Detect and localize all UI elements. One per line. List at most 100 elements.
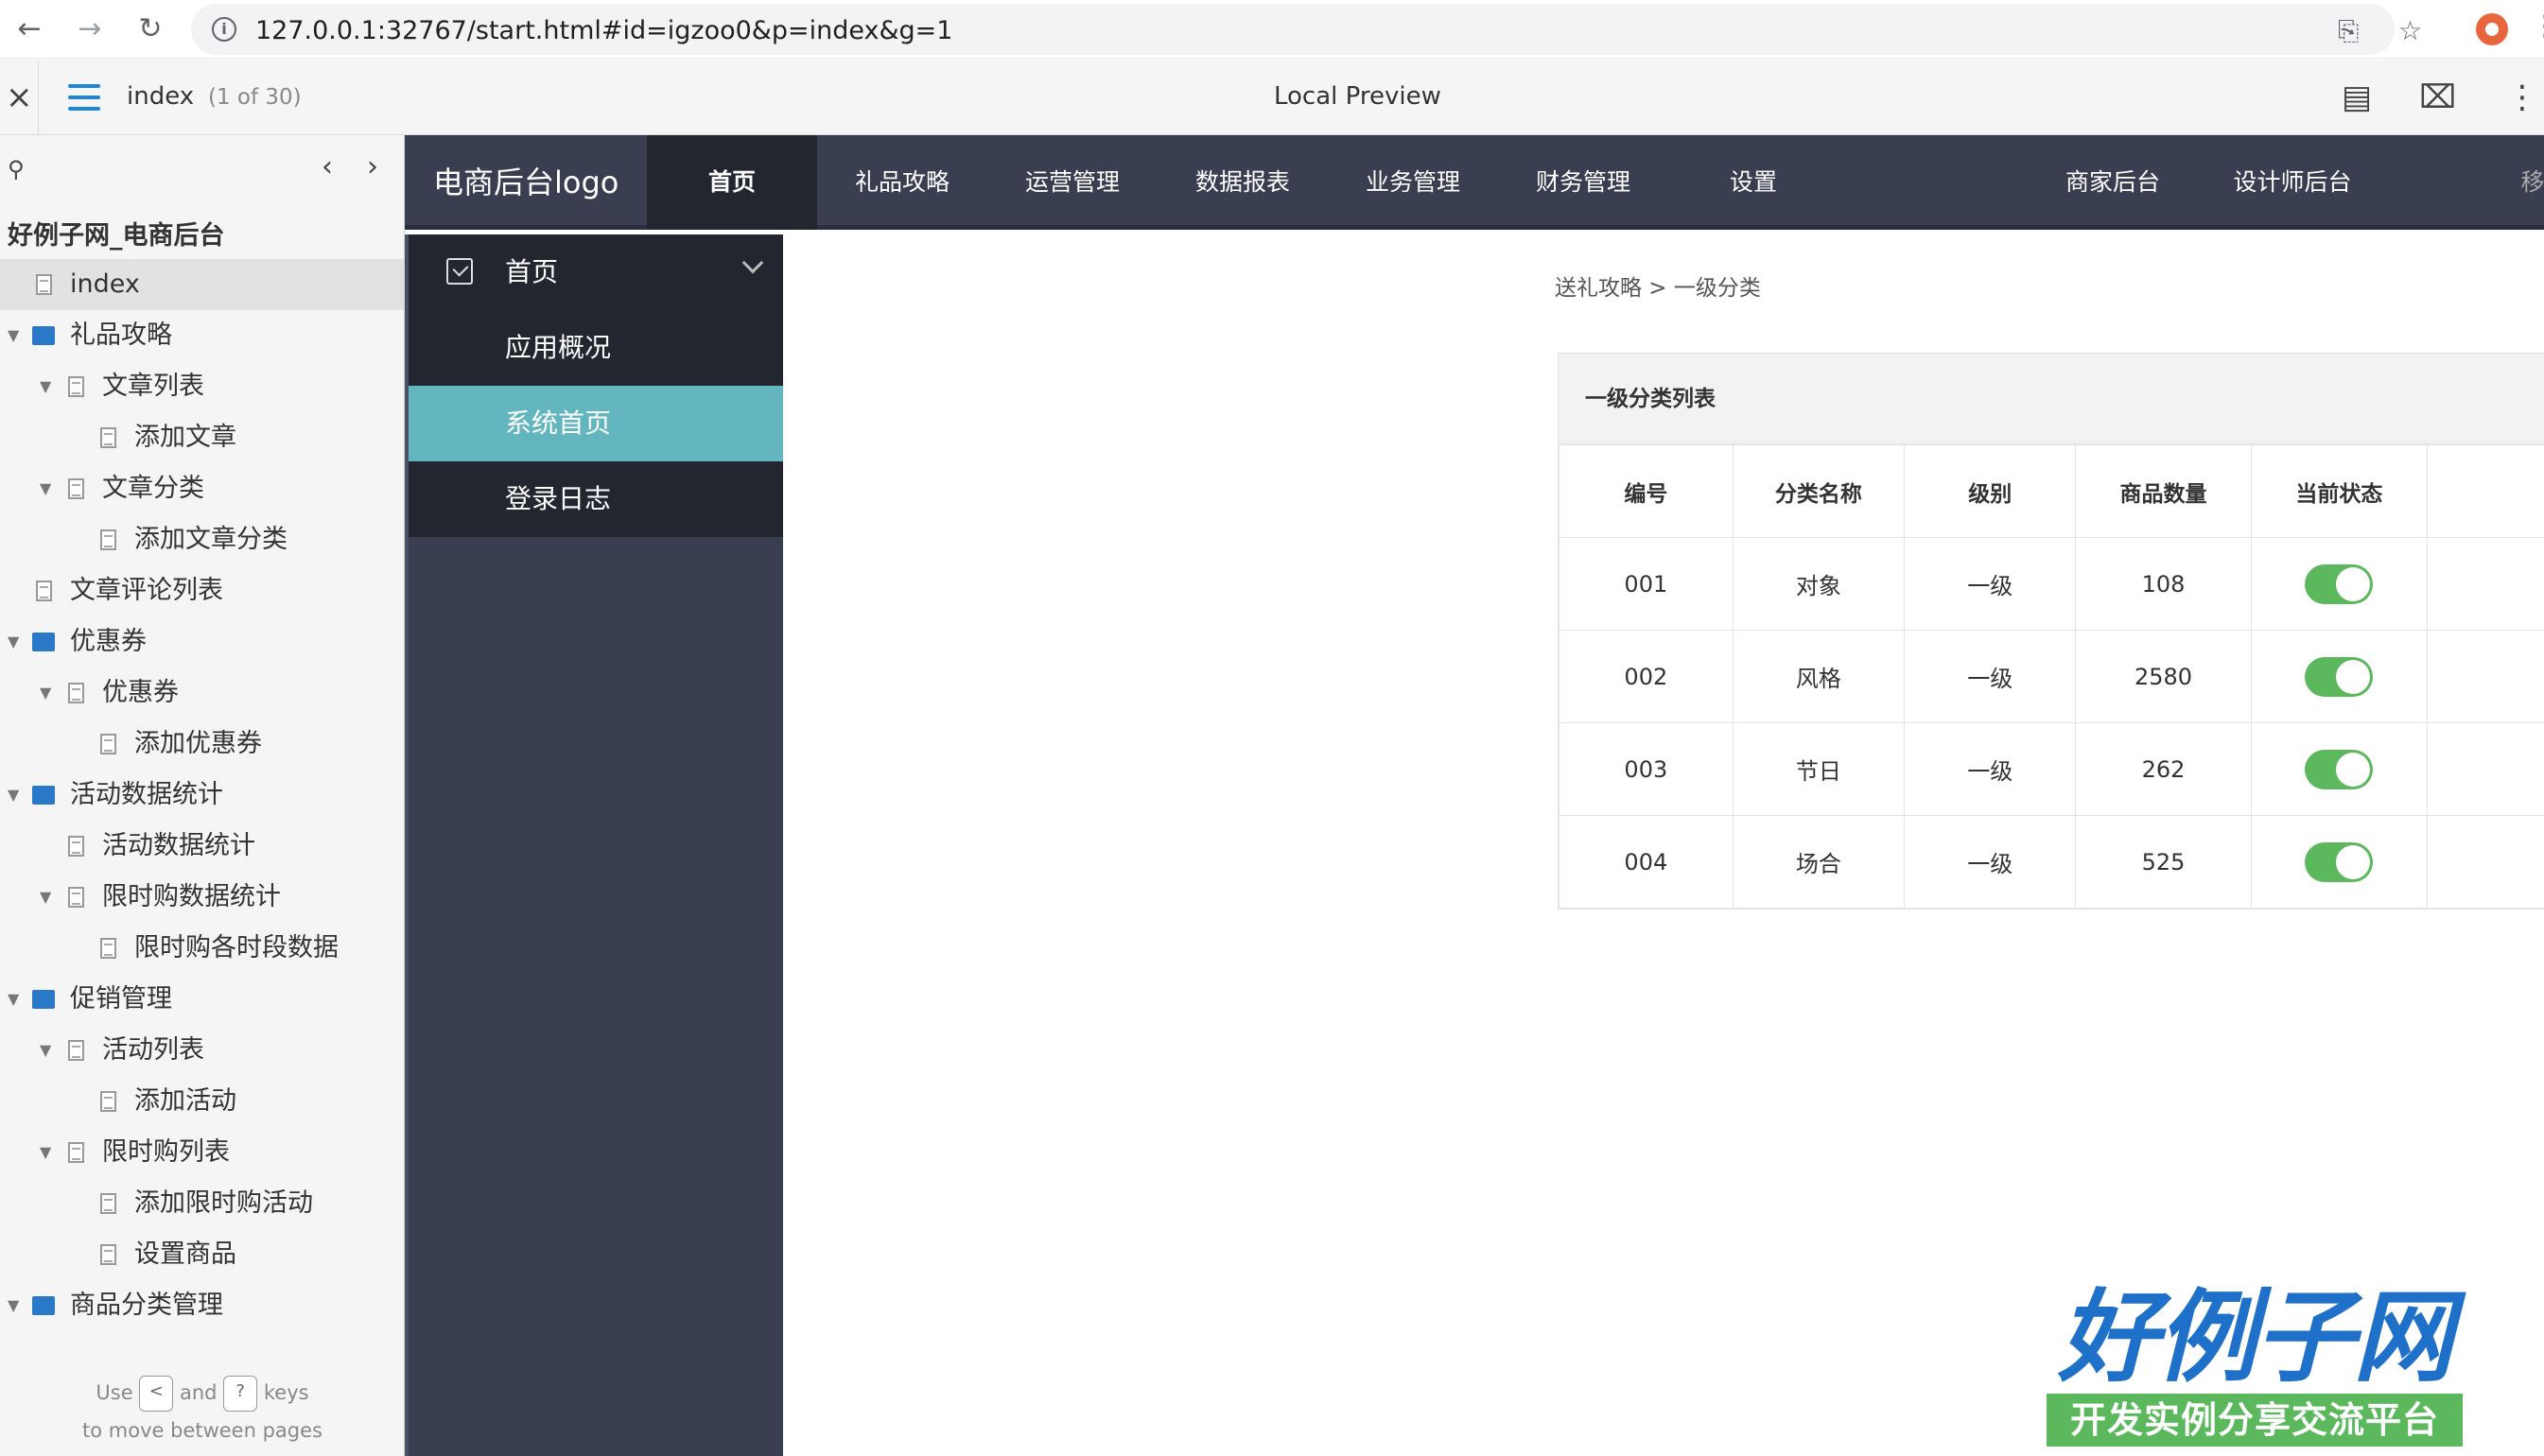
tree-item[interactable]: 添加优惠券 <box>0 719 404 770</box>
back-arrow-icon[interactable]: ← <box>11 11 47 47</box>
expand-caret-icon[interactable]: ▼ <box>40 361 55 412</box>
tree-item-label: 促销管理 <box>70 984 172 1014</box>
nav-operations[interactable]: 运营管理 <box>987 135 1158 230</box>
cell-id: 004 <box>1559 815 1734 909</box>
cell-count: 262 <box>2075 722 2252 816</box>
toolbar-divider <box>38 60 39 135</box>
site-info-icon[interactable]: i <box>212 17 236 42</box>
reload-icon[interactable]: ↻ <box>132 11 168 47</box>
tree-item[interactable]: ▼ 限时购列表 <box>0 1127 404 1178</box>
previous-page-icon[interactable]: ‹ <box>322 150 333 183</box>
project-title: 好例子网_电商后台 <box>8 221 225 251</box>
status-toggle[interactable] <box>2305 841 2374 882</box>
nav-finance[interactable]: 财务管理 <box>1498 135 1668 230</box>
side-item-login-log[interactable]: 登录日志 <box>409 461 783 537</box>
keyboard-hint: Use < and ? keys to move between pages <box>0 1374 404 1449</box>
tree-item[interactable]: 添加文章 <box>0 412 404 463</box>
chrome-menu-icon[interactable]: ⋮ <box>2531 9 2544 43</box>
sitemap-menu-icon[interactable] <box>68 84 100 111</box>
page-icon <box>100 1091 116 1112</box>
page-icon <box>68 478 84 499</box>
tree-item[interactable]: ▼ 文章分类 <box>0 463 404 514</box>
tree-item-label: 活动数据统计 <box>102 831 255 860</box>
status-toggle[interactable] <box>2305 749 2374 789</box>
status-toggle[interactable] <box>2305 563 2374 604</box>
tree-item[interactable]: 限时购各时段数据 <box>0 923 404 974</box>
search-icon[interactable]: ⚲ <box>8 156 25 182</box>
tree-item[interactable]: ▼ 活动数据统计 <box>0 770 404 821</box>
side-menu: 首页 应用概况 系统首页 登录日志 <box>405 234 783 1456</box>
tree-item[interactable]: ▼ 活动列表 <box>0 1025 404 1076</box>
tree-item[interactable]: 添加限时购活动 <box>0 1178 404 1229</box>
expand-caret-icon[interactable]: ▼ <box>40 1025 55 1076</box>
cell-id: 001 <box>1559 537 1734 631</box>
close-icon[interactable]: × <box>6 78 33 116</box>
forward-arrow-icon[interactable]: → <box>72 11 108 47</box>
tree-item[interactable]: 文章评论列表 <box>0 565 404 616</box>
expand-caret-icon[interactable]: ▼ <box>40 872 55 923</box>
tree-item-label: 添加文章 <box>134 423 236 452</box>
tree-item[interactable]: ▼ 礼品攻略 <box>0 310 404 361</box>
table-row: 004 场合 一级 525 <box>1559 815 2544 909</box>
nav-merchant[interactable]: 商家后台 <box>2028 135 2198 230</box>
watermark-title: 好例子网 <box>2058 1279 2453 1395</box>
side-item-overview[interactable]: 应用概况 <box>409 310 783 386</box>
tree-item[interactable]: ▼ 文章列表 <box>0 361 404 412</box>
nav-home[interactable]: 首页 <box>647 135 817 230</box>
cell-extra <box>2427 537 2544 631</box>
page-tree: index ▼ 礼品攻略 ▼ 文章列表 添加文章 ▼ 文章分类 添加文章分类 文章评论列表 ▼ 优惠券… <box>0 259 404 1331</box>
page-icon <box>100 1244 116 1265</box>
next-page-icon[interactable]: › <box>367 150 378 183</box>
bookmark-star-icon[interactable]: ☆ <box>2398 15 2422 46</box>
expand-caret-icon[interactable]: ▼ <box>40 463 55 514</box>
nav-business[interactable]: 业务管理 <box>1328 135 1498 230</box>
app-logo: 电商后台logo <box>433 165 619 200</box>
inspect-icon[interactable]: ⌧ <box>2419 78 2456 116</box>
more-options-icon[interactable]: ⋮ <box>2506 78 2538 116</box>
tree-item[interactable]: ▼ 限时购数据统计 <box>0 872 404 923</box>
page-icon <box>68 836 84 857</box>
expand-caret-icon[interactable]: ▼ <box>8 616 23 667</box>
tree-item[interactable]: ▼ 优惠券 <box>0 667 404 719</box>
translate-icon[interactable]: ⎘ <box>2338 15 2359 47</box>
nav-designer[interactable]: 设计师后台 <box>2198 135 2387 230</box>
expand-caret-icon[interactable]: ▼ <box>8 770 23 821</box>
watermark-logo: 好例子网 开发实例分享交流平台 <box>2047 1286 2463 1447</box>
tree-item[interactable]: 活动数据统计 <box>0 821 404 872</box>
extension-icon[interactable] <box>2476 13 2508 45</box>
tree-item[interactable]: 设置商品 <box>0 1229 404 1280</box>
notes-icon[interactable]: ▤ <box>2342 78 2372 116</box>
col-name: 分类名称 <box>1732 444 1906 538</box>
expand-caret-icon[interactable]: ▼ <box>8 974 23 1025</box>
nav-gift-guide[interactable]: 礼品攻略 <box>817 135 987 230</box>
expand-caret-icon[interactable]: ▼ <box>40 1127 55 1178</box>
page-icon <box>68 683 84 703</box>
tree-item[interactable]: 添加文章分类 <box>0 514 404 565</box>
tree-item[interactable]: index <box>0 259 404 310</box>
nav-cut-off[interactable]: 移 <box>2514 135 2544 230</box>
tree-item[interactable]: ▼ 促销管理 <box>0 974 404 1025</box>
page-icon <box>68 887 84 908</box>
folder-icon <box>32 786 55 805</box>
side-item-system-home[interactable]: 系统首页 <box>409 386 783 461</box>
tree-item-label: index <box>70 269 140 299</box>
url-text: 127.0.0.1:32767/start.html#id=igzoo0&p=i… <box>255 16 953 45</box>
address-bar[interactable]: i 127.0.0.1:32767/start.html#id=igzoo0&p… <box>191 4 2422 55</box>
nav-reports[interactable]: 数据报表 <box>1158 135 1328 230</box>
status-toggle[interactable] <box>2305 656 2374 697</box>
cell-name: 场合 <box>1732 815 1906 909</box>
tree-item[interactable]: 添加活动 <box>0 1076 404 1127</box>
expand-caret-icon[interactable]: ▼ <box>8 310 23 361</box>
tree-item[interactable]: ▼ 商品分类管理 <box>0 1280 404 1331</box>
tree-item[interactable]: ▼ 优惠券 <box>0 616 404 667</box>
page-icon <box>68 1040 84 1061</box>
folder-icon <box>32 326 55 345</box>
side-menu-home[interactable]: 首页 <box>409 234 783 310</box>
tree-item-label: 文章列表 <box>102 372 204 401</box>
tree-item-label: 活动列表 <box>102 1035 204 1065</box>
expand-caret-icon[interactable]: ▼ <box>8 1280 23 1331</box>
expand-caret-icon[interactable]: ▼ <box>40 667 55 719</box>
key-left-icon: < <box>139 1376 174 1412</box>
tree-item-label: 添加文章分类 <box>134 525 288 554</box>
nav-settings[interactable]: 设置 <box>1668 135 1838 230</box>
